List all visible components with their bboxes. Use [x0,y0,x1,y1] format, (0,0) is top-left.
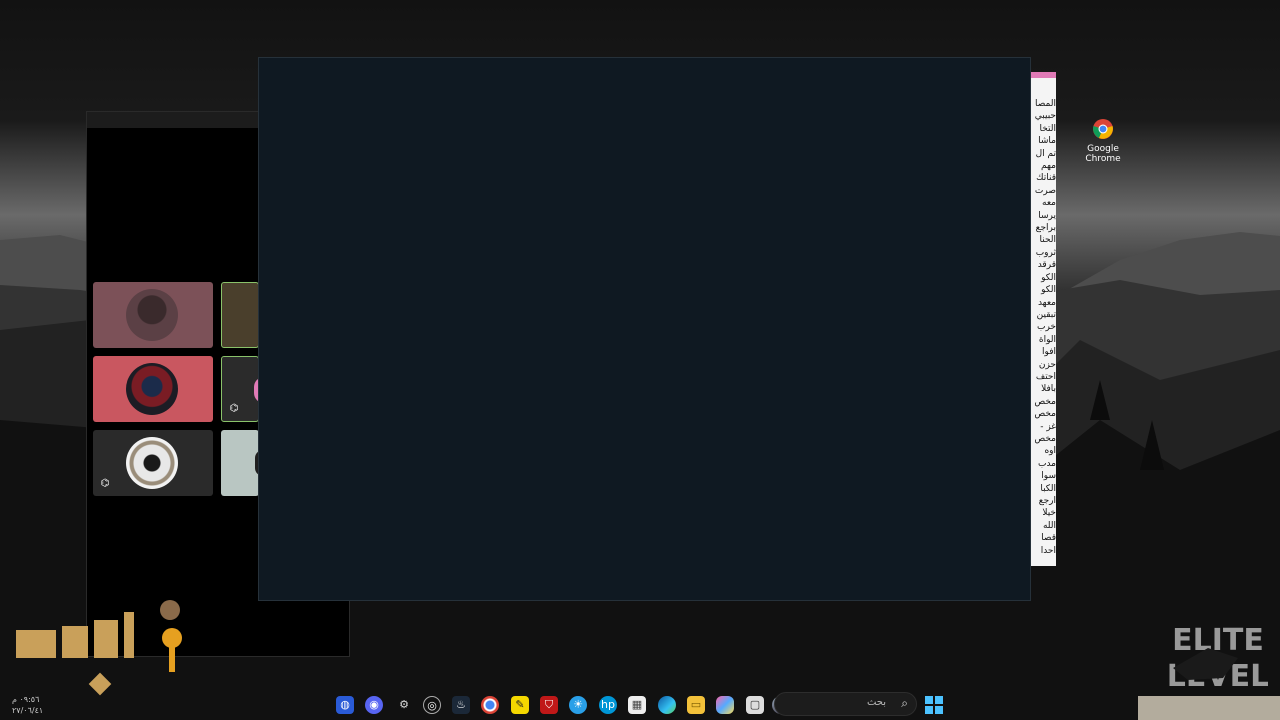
system-clock[interactable]: ٠٩:٥٦ م ٢٧/٠٦/٤١ [12,694,43,716]
chat-list-item[interactable]: سوا [1029,470,1056,482]
chat-list-item[interactable]: ثروب [1029,247,1056,259]
chat-list-item[interactable]: غز - [1029,421,1056,433]
chat-list-item[interactable]: مخص [1029,408,1056,420]
desktop-chrome-shortcut[interactable]: Google Chrome [1082,118,1124,164]
hp-icon[interactable]: hp [599,696,617,714]
chat-list-item[interactable]: مهم [1029,160,1056,172]
chat-list-item[interactable]: مخص [1029,396,1056,408]
nabgha-logo [16,600,182,696]
chat-list-item[interactable]: المصا [1029,98,1056,110]
chat-list-item[interactable]: اوه [1029,445,1056,457]
chat-list-item[interactable]: حبيبي [1029,110,1056,122]
chat-list-item[interactable]: قصا [1029,532,1056,544]
chat-list-item[interactable]: خرب [1029,321,1056,333]
shadow-avatar [126,289,178,341]
mcafee-icon[interactable]: ⛉ [540,696,558,714]
chat-list-item[interactable]: بافلا [1029,383,1056,395]
participant-tile[interactable] [93,282,213,348]
chat-list-item[interactable]: تبقين [1029,309,1056,321]
chat-list-item[interactable]: مخص [1029,433,1056,445]
chat-list-item[interactable]: الكو [1029,284,1056,296]
hero-avatar [126,363,178,415]
game-controller-icon: ⌬ [229,403,239,414]
system-tray[interactable] [1138,696,1280,720]
desktop-icon-label: Google [1087,144,1119,154]
weather-icon[interactable]: ☀ [569,696,587,714]
chat-list-item[interactable]: يرسا [1029,210,1056,222]
search-icon: ⌕ [901,696,908,710]
chat-list-item[interactable]: الله [1029,520,1056,532]
participant-tile[interactable] [221,430,259,496]
chat-list-item[interactable]: احتف [1029,371,1056,383]
chat-list[interactable]: المصا حبيبي التخا ماشا تم ال مهم قناتك صرت معه ير… [1029,98,1056,557]
main-app-window[interactable] [258,57,1031,601]
copilot-icon[interactable] [716,696,734,714]
chrome-icon[interactable] [481,696,499,714]
desktop-icon-label: Chrome [1085,154,1121,164]
participant-tile[interactable]: ⌬ [221,356,259,422]
chat-list-item[interactable]: خيلا [1029,507,1056,519]
chat-list-item[interactable]: احدا [1029,545,1056,557]
chat-list-item[interactable]: مدب [1029,458,1056,470]
clock-date: ٢٧/٠٦/٤١ [12,706,44,715]
window-icon[interactable]: ▢ [746,696,764,714]
chat-list-item[interactable]: صرت [1029,185,1056,197]
chat-list-item[interactable]: افوا [1029,346,1056,358]
search-placeholder: بحث [866,697,886,708]
chat-list-item[interactable]: الحنا [1029,234,1056,246]
chat-list-window[interactable]: المصا حبيبي التخا ماشا تم ال مهم قناتك صرت معه ير… [1029,72,1056,566]
store-icon[interactable]: ▦ [628,696,646,714]
chat-list-item[interactable]: تم ال [1029,148,1056,160]
chat-list-item[interactable]: التخا [1029,123,1056,135]
clock-time: ٠٩:٥٦ م [12,695,40,704]
chat-list-item[interactable]: قرقد [1029,259,1056,271]
discord-icon[interactable]: ◉ [365,696,383,714]
chat-list-item[interactable]: معهد [1029,297,1056,309]
app-icon[interactable]: ◍ [336,696,354,714]
participant-tile[interactable]: ⌬ [93,430,213,496]
steam-icon[interactable]: ♨ [452,696,470,714]
window-header [1029,78,1056,98]
taskbar-search[interactable]: بحث ⌕ [774,692,917,716]
chat-list-item[interactable]: الواة [1029,334,1056,346]
settings-icon[interactable]: ⚙ [395,696,413,714]
sticky-notes-icon[interactable]: ✎ [511,696,529,714]
chat-list-item[interactable]: حزن [1029,359,1056,371]
chat-list-item[interactable]: الكبا [1029,483,1056,495]
file-explorer-icon[interactable]: ▭ [687,696,705,714]
chat-list-item[interactable]: معه [1029,197,1056,209]
edge-icon[interactable] [658,696,676,714]
chat-list-item[interactable]: ماشا [1029,135,1056,147]
chat-list-item[interactable]: الكو [1029,272,1056,284]
start-icon[interactable] [925,696,943,714]
game-controller-icon: ⌬ [100,478,110,489]
github-icon[interactable]: ◎ [423,696,441,714]
chat-list-item[interactable]: قناتك [1029,172,1056,184]
participant-tile[interactable] [93,356,213,422]
skull-avatar [126,437,178,489]
chat-list-item[interactable]: ارجع [1029,495,1056,507]
chat-list-item[interactable]: براجع [1029,222,1056,234]
participant-tile[interactable] [221,282,259,348]
chrome-icon [1093,119,1113,139]
elite-level-logo: ELITE LEVEL [1168,623,1268,694]
